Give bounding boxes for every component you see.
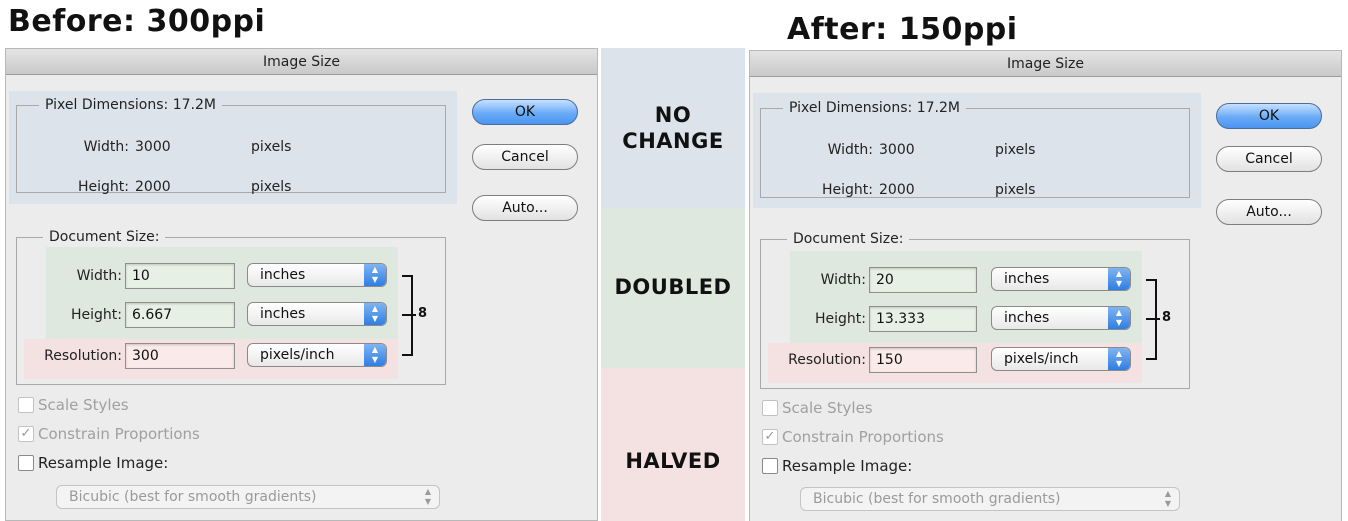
scale-styles-checkbox[interactable] <box>762 400 778 416</box>
resolution-unit-select[interactable]: pixels/inch ▲ ▼ <box>991 347 1131 371</box>
doc-height-label: Height: <box>71 307 122 323</box>
popup-arrows-icon: ▲ ▼ <box>424 487 432 506</box>
constrain-bracket-mid <box>402 314 416 316</box>
pixel-width-label: Width: <box>83 139 129 155</box>
scale-styles-label: Scale Styles <box>38 396 129 414</box>
auto-button[interactable]: Auto... <box>1216 199 1322 225</box>
doc-height-label: Height: <box>815 311 866 327</box>
popup-arrows-icon: ▲ ▼ <box>364 344 386 366</box>
pixel-height-value: 2000 <box>879 182 915 198</box>
ok-button[interactable]: OK <box>472 99 578 125</box>
resample-image-checkbox[interactable] <box>18 455 34 471</box>
pixel-width-value: 3000 <box>135 139 171 155</box>
doc-height-unit-select[interactable]: inches ▲ ▼ <box>247 302 387 326</box>
resolution-label: Resolution: <box>788 352 866 368</box>
document-size-legend: Document Size: <box>787 229 910 249</box>
checkmark-icon: ✓ <box>20 426 32 441</box>
pixel-height-label: Height: <box>822 182 873 198</box>
resample-method-select[interactable]: Bicubic (best for smooth gradients) ▲ ▼ <box>56 485 440 509</box>
resample-method-value: Bicubic (best for smooth gradients) <box>813 491 1061 507</box>
document-size-legend: Document Size: <box>43 227 166 247</box>
doc-width-label: Width: <box>76 268 122 284</box>
checkmark-icon: ✓ <box>764 429 776 444</box>
doc-height-unit-value: inches <box>260 306 306 322</box>
constrain-proportions-checkbox[interactable]: ✓ <box>762 429 778 445</box>
pixel-height-unit: pixels <box>251 179 292 195</box>
resolution-field[interactable]: 150 <box>869 347 977 373</box>
doc-height-field[interactable]: 13.333 <box>869 306 977 332</box>
image-size-dialog-before: Image Size Pixel Dimensions: 17.2M Width… <box>5 48 598 521</box>
link-chain-icon: 8 <box>1162 310 1172 325</box>
ok-button[interactable]: OK <box>1216 103 1322 129</box>
resolution-unit-value: pixels/inch <box>1004 351 1079 367</box>
comparison-no-change-line2: CHANGE <box>622 129 724 153</box>
resolution-unit-select[interactable]: pixels/inch ▲ ▼ <box>247 343 387 367</box>
link-chain-icon: 8 <box>418 306 428 321</box>
before-heading: Before: 300ppi <box>8 4 266 39</box>
dialog-title-bar: Image Size <box>750 51 1341 77</box>
scale-styles-checkbox[interactable] <box>18 397 34 413</box>
constrain-proportions-label: Constrain Proportions <box>38 425 200 443</box>
popup-arrows-icon: ▲ ▼ <box>364 303 386 325</box>
resolution-field[interactable]: 300 <box>125 343 235 369</box>
resample-method-select[interactable]: Bicubic (best for smooth gradients) ▲ ▼ <box>800 487 1180 511</box>
constrain-proportions-label: Constrain Proportions <box>782 428 944 446</box>
constrain-bracket-bottom <box>402 354 412 356</box>
popup-arrows-icon: ▲ ▼ <box>1108 348 1130 370</box>
pixel-height-label: Height: <box>78 179 129 195</box>
pixel-dimensions-group: Pixel Dimensions: 17.2M Width: 3000 pixe… <box>760 98 1190 198</box>
resample-method-value: Bicubic (best for smooth gradients) <box>69 489 317 505</box>
pixel-width-value: 3000 <box>879 142 915 158</box>
after-heading: After: 150ppi <box>787 12 1018 47</box>
pixel-dimensions-legend: Pixel Dimensions: 17.2M <box>39 95 222 115</box>
comparison-band-doubled: DOUBLED <box>601 208 745 368</box>
popup-arrows-icon: ▲ ▼ <box>1108 307 1130 329</box>
doc-width-unit-select[interactable]: inches ▲ ▼ <box>991 267 1131 291</box>
doc-width-unit-select[interactable]: inches ▲ ▼ <box>247 263 387 287</box>
popup-arrows-icon: ▲ ▼ <box>364 264 386 286</box>
constrain-proportions-checkbox[interactable]: ✓ <box>18 426 34 442</box>
auto-button[interactable]: Auto... <box>472 195 578 221</box>
comparison-band-no-change: NO CHANGE <box>601 48 745 208</box>
doc-width-unit-value: inches <box>1004 271 1050 287</box>
constrain-bracket-bottom <box>1146 358 1156 360</box>
comparison-doubled-label: DOUBLED <box>614 275 732 299</box>
doc-height-unit-value: inches <box>1004 310 1050 326</box>
popup-arrows-icon: ▲ ▼ <box>1164 489 1172 508</box>
resolution-unit-value: pixels/inch <box>260 347 335 363</box>
popup-arrows-icon: ▲ ▼ <box>1108 268 1130 290</box>
dialog-title-bar: Image Size <box>6 49 597 75</box>
resample-image-label: Resample Image: <box>782 457 913 475</box>
resample-image-checkbox[interactable] <box>762 458 778 474</box>
pixel-height-value: 2000 <box>135 179 171 195</box>
doc-width-field[interactable]: 20 <box>869 267 977 293</box>
pixel-width-label: Width: <box>827 142 873 158</box>
pixel-width-unit: pixels <box>251 139 292 155</box>
doc-width-field[interactable]: 10 <box>125 263 235 289</box>
comparison-band-halved: HALVED <box>601 368 745 521</box>
constrain-bracket-mid <box>1146 318 1160 320</box>
doc-height-field[interactable]: 6.667 <box>125 302 235 328</box>
pixel-dimensions-legend: Pixel Dimensions: 17.2M <box>783 98 966 118</box>
resolution-label: Resolution: <box>44 348 122 364</box>
pixel-width-unit: pixels <box>995 142 1036 158</box>
cancel-button[interactable]: Cancel <box>472 144 578 170</box>
image-size-dialog-after: Image Size Pixel Dimensions: 17.2M Width… <box>749 50 1342 521</box>
pixel-height-unit: pixels <box>995 182 1036 198</box>
doc-width-unit-value: inches <box>260 267 306 283</box>
comparison-halved-label: HALVED <box>625 449 721 473</box>
cancel-button[interactable]: Cancel <box>1216 146 1322 172</box>
comparison-no-change-line1: NO <box>654 103 692 127</box>
doc-height-unit-select[interactable]: inches ▲ ▼ <box>991 306 1131 330</box>
resample-image-label: Resample Image: <box>38 454 169 472</box>
pixel-dimensions-group: Pixel Dimensions: 17.2M Width: 3000 pixe… <box>16 95 446 195</box>
doc-width-label: Width: <box>820 272 866 288</box>
scale-styles-label: Scale Styles <box>782 399 873 417</box>
